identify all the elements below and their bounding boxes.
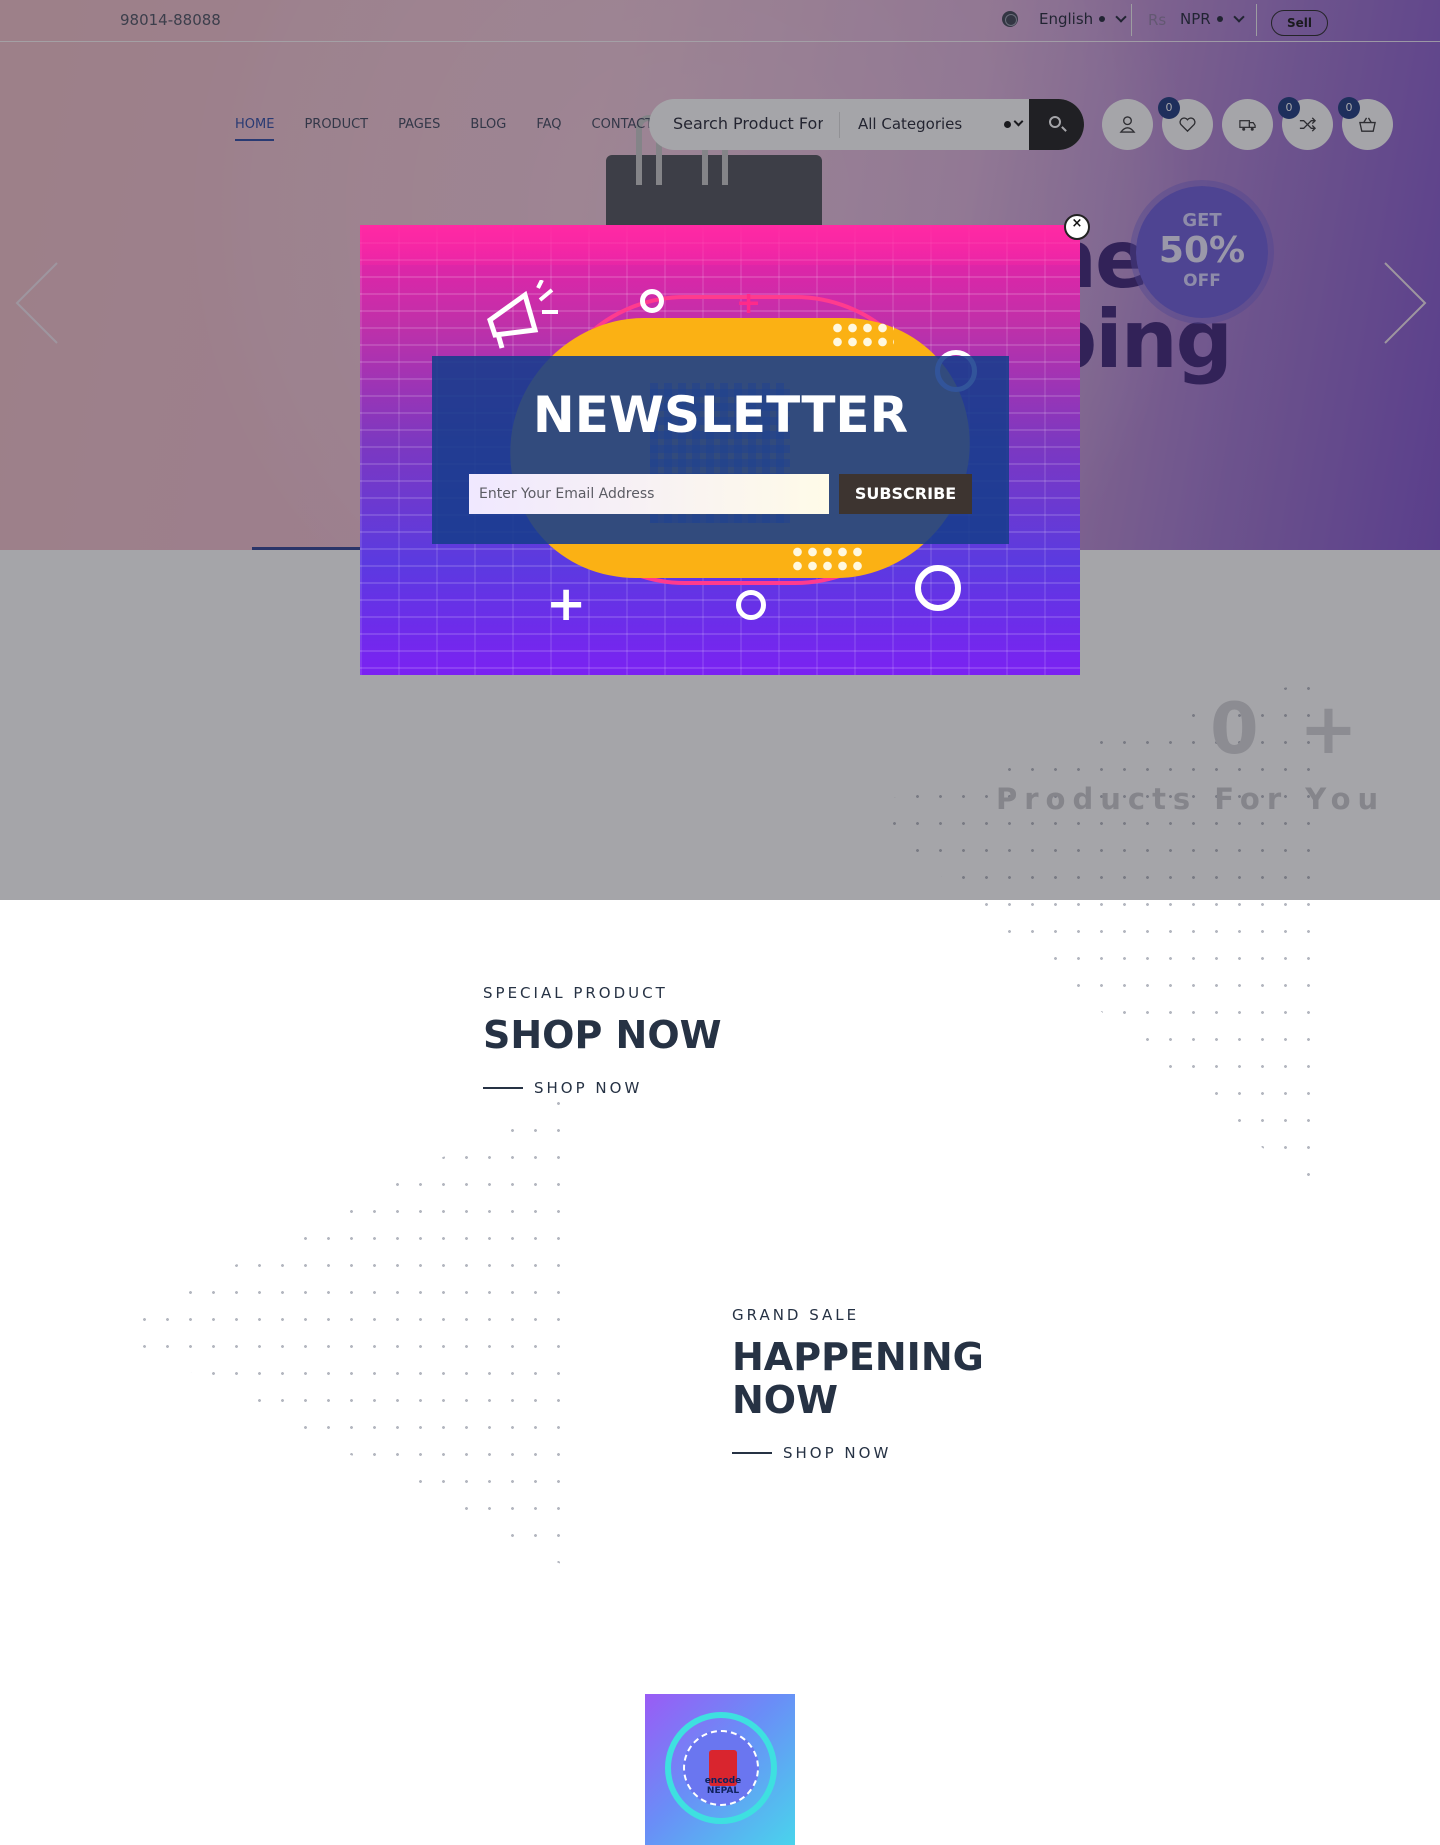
logo-ring: encode NEPAL (665, 1712, 777, 1824)
logo-inner: encode NEPAL (683, 1730, 759, 1806)
megaphone-icon (487, 280, 558, 349)
shop-now-label: SHOP NOW (534, 1079, 643, 1097)
dot-grid (830, 321, 894, 351)
promo-tag: SPECIAL PRODUCT (483, 984, 668, 1002)
newsletter-modal: + + NEWSLETTER SUBSCRIBE (360, 225, 1080, 675)
subscribe-button[interactable]: SUBSCRIBE (839, 474, 972, 514)
circle-shape (640, 289, 664, 313)
close-icon[interactable]: × (1064, 214, 1090, 240)
promo-tag: GRAND SALE (732, 1306, 860, 1324)
newsletter-title: NEWSLETTER (532, 386, 909, 444)
link-line (732, 1452, 772, 1454)
neon-light (360, 225, 1080, 265)
promo-title-line-2: NOW (732, 1378, 839, 1422)
plus-shape: + (546, 576, 587, 632)
newsletter-box: NEWSLETTER SUBSCRIBE (432, 356, 1009, 544)
brand-logo[interactable]: encode NEPAL (645, 1694, 795, 1845)
promo-title-line-1: HAPPENING (732, 1335, 984, 1379)
circle-shape (736, 590, 766, 620)
link-line (483, 1087, 523, 1089)
circle-shape (915, 565, 961, 611)
logo-text: encode NEPAL (704, 1776, 742, 1796)
shop-now-link[interactable]: SHOP NOW (732, 1444, 891, 1462)
email-field[interactable] (469, 474, 829, 514)
promo-title: SHOP NOW (483, 1013, 722, 1057)
plus-shape: + (736, 286, 762, 321)
shop-now-link[interactable]: SHOP NOW (483, 1079, 642, 1097)
shop-now-label: SHOP NOW (783, 1444, 892, 1462)
dot-grid (790, 545, 866, 575)
dot-pattern (110, 1090, 572, 1570)
